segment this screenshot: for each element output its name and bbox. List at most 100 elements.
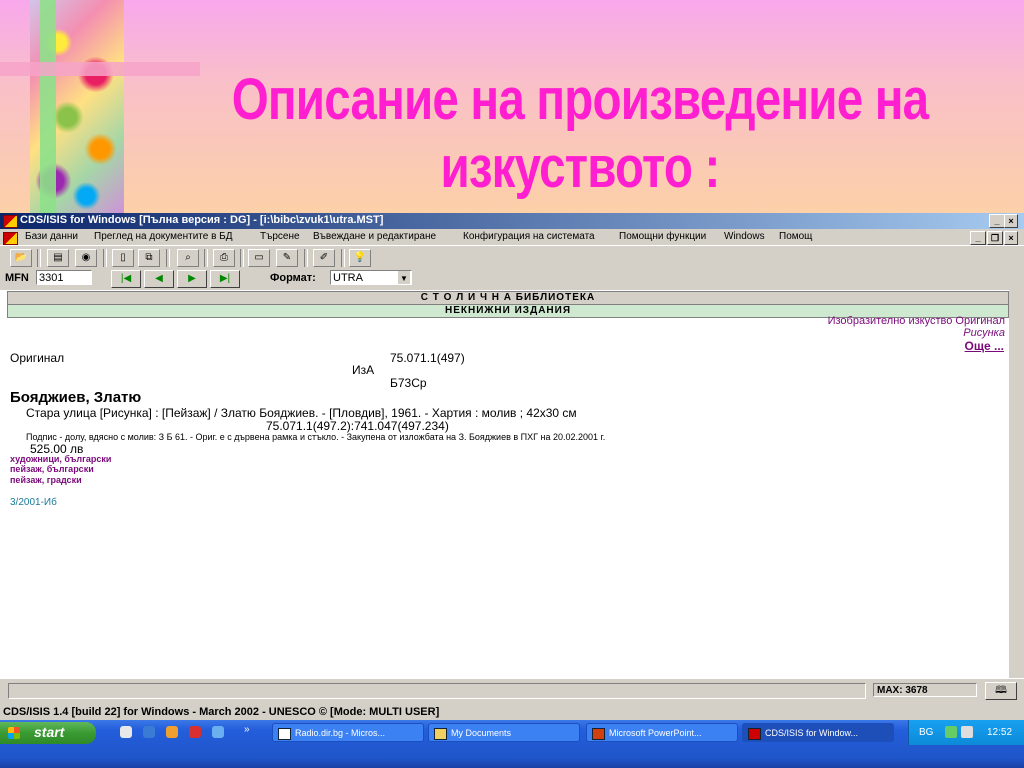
menu-databases[interactable]: Бази данни xyxy=(25,231,78,242)
toolbar: 📂 ▤ ◉ ▯ ⧉ ⌕ ⎙ ▭ ✎ ✐ 💡 xyxy=(0,245,1024,268)
system-tray: BG 12:52 xyxy=(908,720,1024,745)
version-info: CDS/ISIS 1.4 [build 22] for Windows - Ma… xyxy=(3,706,440,718)
doc-restore-icon[interactable]: ❐ xyxy=(987,231,1003,245)
task-label: My Documents xyxy=(451,728,512,738)
original-label: Оригинал xyxy=(10,351,65,365)
task-label: CDS/ISIS for Window... xyxy=(765,728,859,738)
menu-config[interactable]: Конфигурация на системата xyxy=(463,231,595,242)
cds-isis-app-icon[interactable] xyxy=(3,215,18,228)
slide-title-line-2: изкуството : xyxy=(440,135,720,200)
document-icon[interactable]: ▯ xyxy=(112,249,134,267)
toolbar-separator xyxy=(304,249,308,267)
folder-icon xyxy=(434,728,447,740)
slide-title-line-1: Описание на произведение на xyxy=(231,67,929,132)
mfn-label: MFN xyxy=(5,272,29,284)
iza-code: ИзА xyxy=(352,363,375,377)
doc-minimize-icon[interactable]: _ xyxy=(970,231,986,245)
start-label: start xyxy=(34,724,65,740)
toolbar-separator xyxy=(341,249,345,267)
format-select[interactable]: UTRA ▼ xyxy=(330,270,412,285)
volume-icon[interactable] xyxy=(961,726,973,738)
menu-search[interactable]: Търсене xyxy=(260,231,300,242)
vertical-scrollbar[interactable] xyxy=(1009,290,1024,678)
task-cds-isis[interactable]: CDS/ISIS for Window... xyxy=(742,723,894,742)
toolbar-separator xyxy=(240,249,244,267)
toolbar-separator xyxy=(166,249,170,267)
author-name: Бояджиев, Златю xyxy=(10,389,142,406)
menu-utilities[interactable]: Помощни функции xyxy=(619,231,706,242)
pen-icon[interactable]: ✐ xyxy=(313,249,335,267)
task-label: Microsoft PowerPoint... xyxy=(609,728,702,738)
quick-launch-icon[interactable] xyxy=(212,726,224,738)
toolbar-separator xyxy=(37,249,41,267)
browser-icon xyxy=(278,728,291,740)
status-message-field xyxy=(8,683,866,699)
record-note: Подпис - долу, вдясно с молив: З Б 61. -… xyxy=(26,432,606,442)
database-icon[interactable]: ▤ xyxy=(47,249,69,267)
subject-heading: пейзаж, градски xyxy=(10,475,82,485)
powerpoint-icon xyxy=(592,728,605,740)
doc-close-icon[interactable]: × xyxy=(1004,231,1018,245)
menu-browse[interactable]: Преглед на документите в БД xyxy=(94,231,233,242)
decorative-pink-bar xyxy=(0,62,200,76)
task-label: Radio.dir.bg - Micros... xyxy=(295,728,386,738)
menu-bar: Бази данни Преглед на документите в БД Т… xyxy=(0,229,1024,245)
subject-heading: пейзаж, български xyxy=(10,464,94,474)
binoculars-icon[interactable]: ◉ xyxy=(75,249,97,267)
next-record-icon[interactable]: ▶ xyxy=(177,270,207,288)
task-powerpoint[interactable]: Microsoft PowerPoint... xyxy=(586,723,738,742)
more-link[interactable]: Още ... xyxy=(965,339,1004,353)
menu-help[interactable]: Помощ xyxy=(779,231,812,242)
network-icon[interactable] xyxy=(945,726,957,738)
language-indicator[interactable]: BG xyxy=(919,727,933,738)
version-bar: CDS/ISIS 1.4 [build 22] for Windows - Ma… xyxy=(0,704,1024,720)
print-icon[interactable]: ⎙ xyxy=(213,249,235,267)
subject-heading: художници, български xyxy=(10,454,112,464)
top-right-category: Изобразително изкуство Оригинал xyxy=(827,315,1005,327)
slide-title: Описание на произведение на изкуството : xyxy=(211,66,949,202)
cds-isis-icon xyxy=(748,728,761,740)
media-icon[interactable] xyxy=(166,726,178,738)
close-icon[interactable]: × xyxy=(1004,214,1018,228)
task-radio-dir[interactable]: Radio.dir.bg - Micros... xyxy=(272,723,424,742)
windows-logo-icon xyxy=(8,727,20,739)
player-icon[interactable] xyxy=(189,726,201,738)
clock: 12:52 xyxy=(987,727,1013,738)
first-record-icon[interactable]: |◀ xyxy=(111,270,141,288)
find-icon[interactable]: ⌕ xyxy=(177,249,199,267)
document-menu-icon[interactable] xyxy=(3,232,18,245)
minimize-icon[interactable]: _ xyxy=(989,214,1005,228)
format-label: Формат: xyxy=(270,272,316,284)
more-quicklaunch-icon[interactable]: » xyxy=(244,724,250,735)
window-title: CDS/ISIS for Windows [Пълна версия : DG]… xyxy=(20,214,384,226)
book-icon[interactable]: 🕮 xyxy=(985,682,1017,700)
chevron-down-icon[interactable]: ▼ xyxy=(398,271,410,284)
record-display: С Т О Л И Ч Н А БИБЛИОТЕКА НЕКНИЖНИ ИЗДА… xyxy=(0,290,1009,678)
start-button[interactable]: start xyxy=(0,722,96,744)
record-navigation-bar: MFN 3301 |◀ ◀ ▶ ▶| Формат: UTRA ▼ xyxy=(0,268,1024,290)
format-select-value: UTRA xyxy=(333,272,363,284)
item-description: Стара улица [Рисунка] : [Пейзаж] / Златю… xyxy=(26,406,577,420)
previous-record-icon[interactable]: ◀ xyxy=(144,270,174,288)
open-folder-icon[interactable]: 📂 xyxy=(10,249,32,267)
documents-icon[interactable]: ⧉ xyxy=(138,249,160,267)
max-records: MAX: 3678 xyxy=(873,683,977,697)
decorative-green-bar xyxy=(40,0,56,213)
status-bar: MAX: 3678 🕮 xyxy=(0,678,1024,705)
edit-icon[interactable]: ✎ xyxy=(276,249,298,267)
menu-edit[interactable]: Въвеждане и редактиране xyxy=(313,231,436,242)
last-record-icon[interactable]: ▶| xyxy=(210,270,240,288)
call-number: Б73Ср xyxy=(390,376,427,390)
card-icon[interactable]: ▭ xyxy=(248,249,270,267)
internet-explorer-icon[interactable] xyxy=(143,726,155,738)
menu-windows[interactable]: Windows xyxy=(724,231,765,242)
show-desktop-icon[interactable] xyxy=(120,726,132,738)
class-number: 75.071.1(497) xyxy=(390,351,465,365)
toolbar-separator xyxy=(204,249,208,267)
top-right-type: Рисунка xyxy=(963,327,1005,339)
lightbulb-icon[interactable]: 💡 xyxy=(349,249,371,267)
window-titlebar[interactable]: CDS/ISIS for Windows [Пълна версия : DG]… xyxy=(0,213,1024,229)
mfn-input[interactable]: 3301 xyxy=(36,270,92,285)
udc-number: 75.071.1(497.2):741.047(497.234) xyxy=(266,419,449,433)
task-my-documents[interactable]: My Documents xyxy=(428,723,580,742)
